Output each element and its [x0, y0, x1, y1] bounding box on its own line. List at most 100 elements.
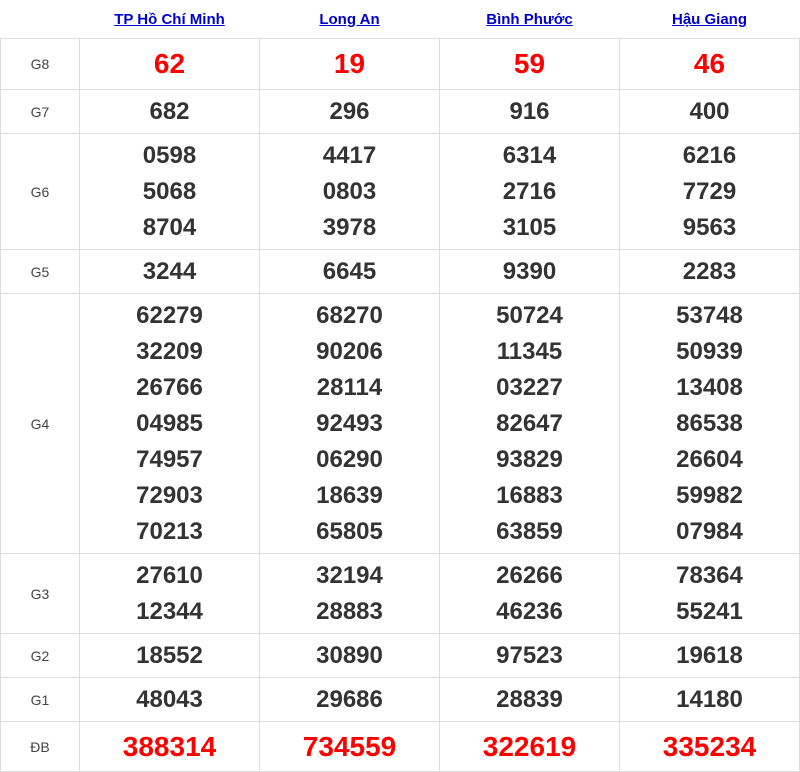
result-number: 78364 [676, 561, 743, 589]
result-cell: 62279 32209 26766 04985 74957 72903 70213 [79, 293, 260, 554]
result-number: 28839 [496, 685, 563, 713]
result-cell: 0598 5068 8704 [79, 133, 260, 250]
result-number: 70213 [136, 517, 203, 545]
result-cell: 6216 7729 9563 [619, 133, 800, 250]
result-number: 97523 [496, 641, 563, 669]
result-number: 0803 [322, 177, 377, 205]
result-number: 322619 [482, 730, 577, 762]
result-number: 5068 [142, 177, 197, 205]
province-link-long-an[interactable]: Long An [319, 11, 379, 28]
province-header-long-an: Long An [260, 0, 440, 39]
result-number: 19 [333, 48, 366, 79]
prize-label: G4 [0, 293, 80, 554]
result-number: 93829 [496, 445, 563, 473]
prize-label: G2 [0, 633, 80, 678]
result-cell: 2283 [619, 249, 800, 294]
result-number: 62 [153, 48, 186, 79]
result-number: 2283 [682, 257, 737, 285]
result-number: 682 [149, 97, 190, 125]
result-number: 6216 [682, 141, 737, 169]
prize-label: G8 [0, 38, 80, 90]
result-cell: 29686 [259, 677, 440, 722]
result-number: 3244 [142, 257, 197, 285]
result-number: 86538 [676, 409, 743, 437]
province-link-binh-phuoc[interactable]: Bình Phước [486, 11, 573, 28]
result-number: 82647 [496, 409, 563, 437]
result-number: 03227 [496, 373, 563, 401]
province-header-hcm: TP Hồ Chí Minh [80, 0, 260, 39]
result-number: 32209 [136, 337, 203, 365]
result-number: 90206 [316, 337, 383, 365]
result-cell: 335234 [619, 721, 800, 772]
result-cell: 59 [439, 38, 620, 90]
result-number: 18639 [316, 481, 383, 509]
prize-label: G6 [0, 133, 80, 250]
result-number: 3978 [322, 213, 377, 241]
result-number: 30890 [316, 641, 383, 669]
result-number: 48043 [136, 685, 203, 713]
result-number: 26266 [496, 561, 563, 589]
result-number: 28114 [316, 373, 383, 401]
result-cell: 400 [619, 89, 800, 134]
result-number: 55241 [676, 597, 743, 625]
header-row: TP Hồ Chí Minh Long An Bình Phước Hậu Gi… [1, 0, 800, 39]
result-number: 335234 [662, 730, 757, 762]
result-number: 29686 [316, 685, 383, 713]
result-cell: 27610 12344 [79, 553, 260, 634]
result-number: 72903 [136, 481, 203, 509]
prize-header-empty [1, 0, 80, 39]
result-number: 296 [329, 97, 370, 125]
result-cell: 6645 [259, 249, 440, 294]
result-cell: 322619 [439, 721, 620, 772]
result-number: 734559 [302, 730, 397, 762]
result-cell: 18552 [79, 633, 260, 678]
result-cell: 62 [79, 38, 260, 90]
result-cell: 32194 28883 [259, 553, 440, 634]
prize-row: G1 48043 29686 28839 14180 [0, 677, 800, 722]
result-cell: 6314 2716 3105 [439, 133, 620, 250]
result-number: 27610 [136, 561, 203, 589]
province-link-hau-giang[interactable]: Hậu Giang [672, 11, 747, 28]
province-header-binh-phuoc: Bình Phước [440, 0, 620, 39]
prize-label: G5 [0, 249, 80, 294]
prize-label: G7 [0, 89, 80, 134]
result-number: 74957 [136, 445, 203, 473]
result-number: 6314 [502, 141, 557, 169]
result-number: 53748 [676, 301, 743, 329]
result-number: 59982 [676, 481, 743, 509]
prize-row: G2 18552 30890 97523 19618 [0, 633, 800, 678]
result-number: 26604 [676, 445, 743, 473]
result-cell: 30890 [259, 633, 440, 678]
result-cell: 26266 46236 [439, 553, 620, 634]
result-number: 16883 [496, 481, 563, 509]
result-cell: 53748 50939 13408 86538 26604 59982 07984 [619, 293, 800, 554]
result-number: 11345 [496, 337, 563, 365]
result-number: 92493 [316, 409, 383, 437]
result-cell: 9390 [439, 249, 620, 294]
result-number: 6645 [322, 257, 377, 285]
result-number: 12344 [136, 597, 203, 625]
result-number: 8704 [142, 213, 197, 241]
result-cell: 46 [619, 38, 800, 90]
result-cell: 28839 [439, 677, 620, 722]
province-header-hau-giang: Hậu Giang [620, 0, 800, 39]
result-number: 4417 [322, 141, 377, 169]
result-number: 0598 [142, 141, 197, 169]
result-number: 2716 [502, 177, 557, 205]
result-number: 7729 [682, 177, 737, 205]
result-cell: 97523 [439, 633, 620, 678]
result-number: 63859 [496, 517, 563, 545]
result-cell: 682 [79, 89, 260, 134]
result-cell: 14180 [619, 677, 800, 722]
province-link-hcm[interactable]: TP Hồ Chí Minh [114, 11, 225, 28]
result-number: 400 [689, 97, 730, 125]
result-number: 59 [513, 48, 546, 79]
result-number: 62279 [136, 301, 203, 329]
result-number: 388314 [122, 730, 217, 762]
result-number: 46 [693, 48, 726, 79]
result-number: 26766 [136, 373, 203, 401]
result-number: 3105 [502, 213, 557, 241]
prize-row: G6 0598 5068 8704 4417 0803 3978 6314 2716 3105 62… [0, 133, 800, 250]
result-cell: 78364 55241 [619, 553, 800, 634]
result-number: 9390 [502, 257, 557, 285]
